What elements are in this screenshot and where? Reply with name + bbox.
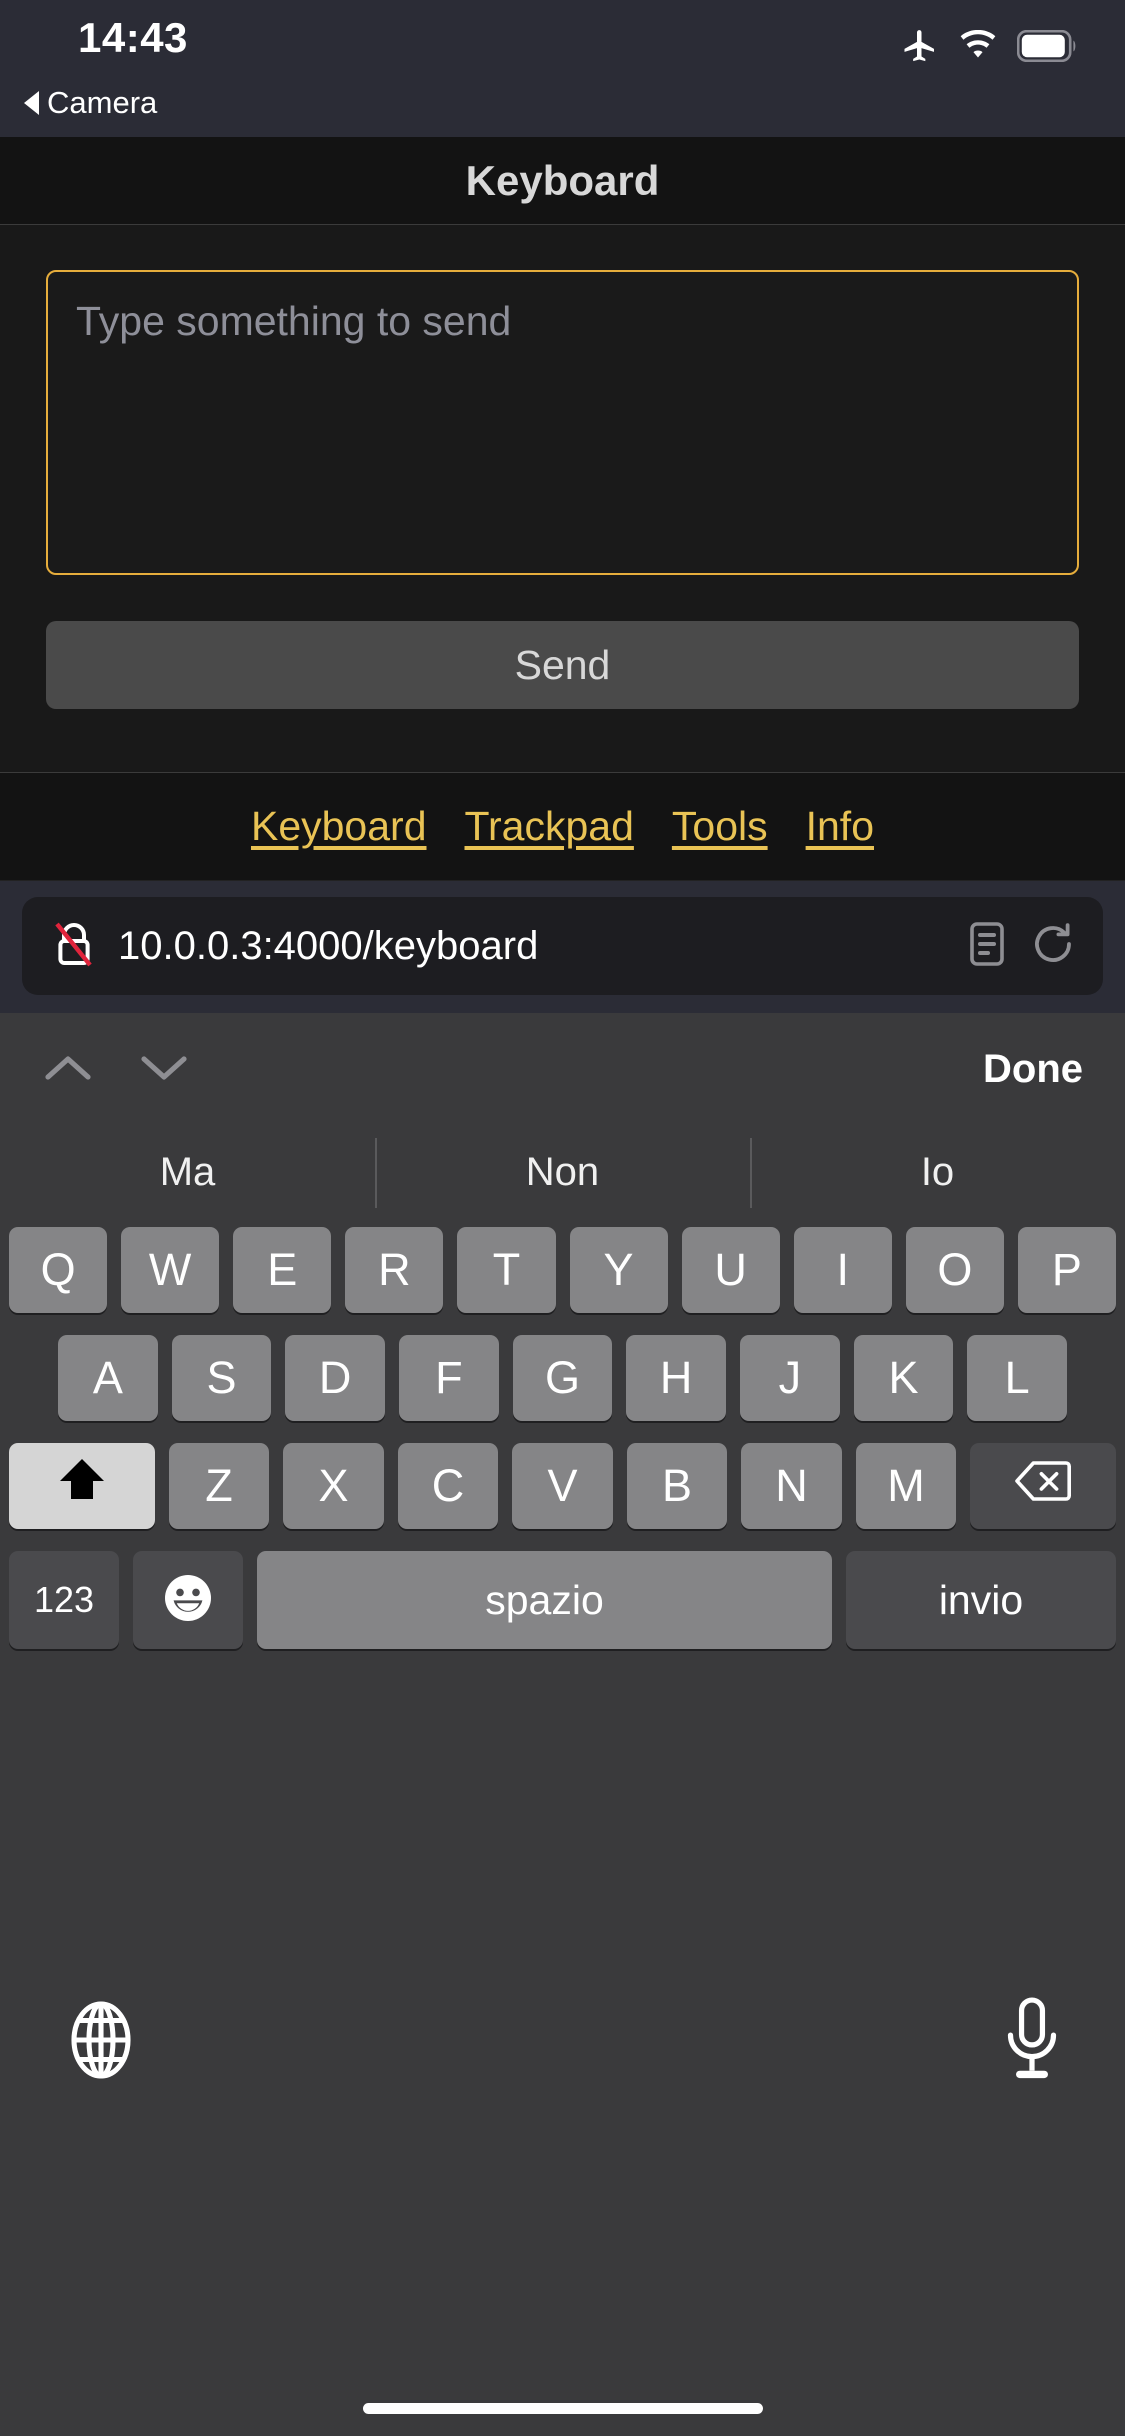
message-textarea[interactable]: Type something to send	[46, 270, 1079, 575]
key-n[interactable]: N	[741, 1443, 842, 1529]
back-to-camera-link[interactable]: Camera	[24, 85, 157, 121]
key-m[interactable]: M	[855, 1443, 957, 1529]
nav-link-tools[interactable]: Tools	[672, 803, 768, 850]
key-c[interactable]: C	[397, 1443, 499, 1529]
microphone-icon[interactable]	[1001, 1997, 1063, 2088]
url-bar[interactable]: 10.0.0.3:4000/keyboard	[22, 897, 1103, 995]
key-u[interactable]: U	[681, 1227, 780, 1313]
key-o[interactable]: O	[905, 1227, 1004, 1313]
key-b[interactable]: B	[626, 1443, 728, 1529]
key-t[interactable]: T	[457, 1227, 556, 1313]
home-indicator[interactable]	[362, 2403, 763, 2414]
smiley-face-icon	[162, 1572, 214, 1629]
globe-icon[interactable]	[62, 1999, 140, 2086]
keyboard-done-button[interactable]: Done	[983, 1047, 1083, 1092]
key-d[interactable]: D	[285, 1335, 385, 1421]
send-button[interactable]: Send	[46, 621, 1079, 709]
key-q[interactable]: Q	[9, 1227, 108, 1313]
space-key[interactable]: spazio	[257, 1551, 832, 1649]
airplane-mode-icon	[899, 26, 939, 71]
numeric-key[interactable]: 123	[9, 1551, 119, 1649]
keyboard-bottom-row: 123 spazio invio	[0, 1551, 1125, 1649]
delete-backward-icon	[1015, 1460, 1072, 1513]
key-v[interactable]: V	[512, 1443, 613, 1529]
key-k[interactable]: K	[853, 1335, 954, 1421]
key-x[interactable]: X	[283, 1443, 384, 1529]
page-title: Keyboard	[465, 156, 660, 204]
nav-link-keyboard[interactable]: Keyboard	[251, 803, 427, 850]
key-s[interactable]: S	[171, 1335, 272, 1421]
phone-screen: 14:43 Camera Keyboard Type something to …	[0, 0, 1125, 2436]
page-nav-links: Keyboard Trackpad Tools Info	[0, 772, 1125, 880]
insecure-lock-icon[interactable]	[52, 919, 96, 974]
key-f[interactable]: F	[399, 1335, 499, 1421]
keyboard-row-1: Q W E R T Y U I O P	[0, 1227, 1125, 1313]
key-h[interactable]: H	[626, 1335, 727, 1421]
keyboard-key-rows: Q W E R T Y U I O P A S D F G H J K L Z …	[0, 1219, 1125, 1649]
keyboard-accessory-bar: Done	[0, 1013, 1125, 1125]
browser-toolbar: 10.0.0.3:4000/keyboard	[0, 880, 1125, 1013]
form-navigation-group	[42, 1049, 190, 1090]
nav-link-info[interactable]: Info	[806, 803, 874, 850]
message-textarea-placeholder: Type something to send	[76, 298, 512, 344]
prediction-1[interactable]: Non	[375, 1137, 750, 1208]
software-keyboard: Done Ma Non Io Q W E R T Y U I O P A S D…	[0, 1013, 1125, 2436]
key-j[interactable]: J	[740, 1335, 840, 1421]
key-g[interactable]: G	[512, 1335, 613, 1421]
keyboard-row-2: A S D F G H J K L	[0, 1335, 1125, 1421]
wifi-icon	[957, 29, 999, 67]
chevron-down-icon[interactable]	[138, 1049, 190, 1090]
key-z[interactable]: Z	[168, 1443, 270, 1529]
delete-key[interactable]	[970, 1443, 1116, 1529]
key-y[interactable]: Y	[569, 1227, 668, 1313]
emoji-key[interactable]	[133, 1551, 243, 1649]
return-key[interactable]: invio	[846, 1551, 1116, 1649]
reader-view-icon[interactable]	[967, 920, 1007, 973]
page-body: Type something to send Send	[0, 225, 1125, 772]
shift-key[interactable]	[9, 1443, 155, 1529]
prediction-2[interactable]: Io	[750, 1137, 1125, 1208]
status-bar: 14:43	[0, 0, 1125, 85]
keyboard-row-3: Z X C V B N M	[0, 1443, 1125, 1529]
chevron-up-icon[interactable]	[42, 1049, 94, 1090]
page-header: Keyboard	[0, 137, 1125, 225]
url-text[interactable]: 10.0.0.3:4000/keyboard	[118, 924, 945, 969]
predictive-text-bar: Ma Non Io	[0, 1125, 1125, 1219]
key-a[interactable]: A	[57, 1335, 158, 1421]
key-w[interactable]: W	[121, 1227, 220, 1313]
shift-arrow-up-icon	[58, 1455, 106, 1518]
status-bar-indicators	[899, 26, 1079, 71]
back-to-app-label: Camera	[47, 85, 158, 120]
back-to-app-row: Camera	[0, 85, 1125, 137]
reload-icon[interactable]	[1029, 920, 1077, 973]
status-bar-time: 14:43	[78, 14, 188, 61]
battery-icon	[1016, 29, 1079, 67]
back-triangle-icon	[24, 91, 39, 115]
key-e[interactable]: E	[233, 1227, 332, 1313]
key-p[interactable]: P	[1017, 1227, 1116, 1313]
key-r[interactable]: R	[345, 1227, 444, 1313]
key-i[interactable]: I	[793, 1227, 892, 1313]
keyboard-footer-row	[0, 1649, 1125, 2436]
nav-link-trackpad[interactable]: Trackpad	[465, 803, 634, 850]
key-l[interactable]: L	[967, 1335, 1068, 1421]
prediction-0[interactable]: Ma	[0, 1150, 375, 1195]
